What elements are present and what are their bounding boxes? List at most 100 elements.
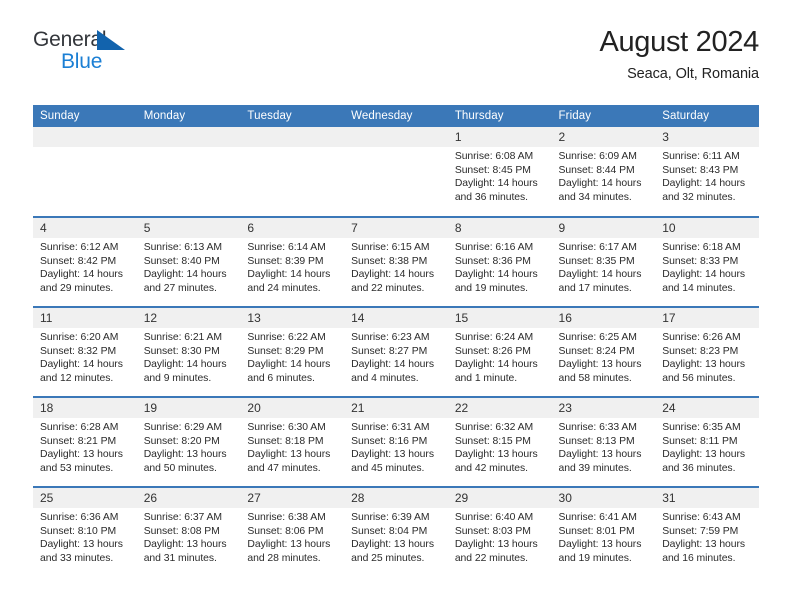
sunrise-text: Sunrise: 6:23 AM [351, 332, 430, 343]
calendar-day-cell[interactable]: 27 Sunrise: 6:38 AM Sunset: 8:06 PM Dayligh… [240, 486, 345, 577]
calendar-day-cell[interactable]: 2 Sunrise: 6:09 AM Sunset: 8:44 PM Daylight… [551, 127, 656, 217]
sunrise-text: Sunrise: 6:18 AM [662, 242, 741, 253]
day-number: 28 [344, 488, 448, 508]
sunset-text: Sunset: 8:36 PM [454, 255, 531, 267]
sunset-text: Sunset: 8:01 PM [558, 525, 635, 537]
day-details: Sunrise: 6:18 AM Sunset: 8:33 PM Daylight:… [655, 238, 759, 295]
calendar-day-cell[interactable]: 22 Sunrise: 6:32 AM Sunset: 8:15 PM Dayligh… [447, 396, 552, 487]
day-number: 10 [655, 218, 759, 238]
calendar-day-cell[interactable]: 15 Sunrise: 6:24 AM Sunset: 8:26 PM Dayligh… [447, 306, 552, 397]
daylight-text-cont: and 47 minutes. [247, 462, 321, 474]
day-number: 1 [447, 127, 552, 147]
day-number: 11 [33, 308, 137, 328]
daylight-text-cont: and 19 minutes. [454, 282, 528, 294]
daylight-text-cont: and 50 minutes. [143, 462, 217, 474]
daylight-text-cont: and 58 minutes. [558, 372, 632, 384]
daylight-text-cont: and 29 minutes. [40, 282, 114, 294]
calendar-day-cell[interactable]: 12 Sunrise: 6:21 AM Sunset: 8:30 PM Dayligh… [136, 306, 241, 397]
sunset-text: Sunset: 8:42 PM [40, 255, 117, 267]
daylight-text: Daylight: 14 hours [40, 359, 123, 371]
sunrise-text: Sunrise: 6:25 AM [558, 332, 637, 343]
weekday-header-sunday: Sunday [33, 105, 137, 127]
calendar-day-cell[interactable]: 16 Sunrise: 6:25 AM Sunset: 8:24 PM Dayligh… [551, 306, 656, 397]
calendar-day-cell[interactable]: 14 Sunrise: 6:23 AM Sunset: 8:27 PM Dayligh… [344, 306, 448, 397]
daylight-text: Daylight: 13 hours [143, 449, 227, 461]
daylight-text-cont: and 28 minutes. [247, 552, 321, 564]
sunset-text: Sunset: 8:15 PM [454, 435, 531, 447]
daylight-text: Daylight: 14 hours [247, 269, 331, 281]
day-number: 16 [551, 308, 656, 328]
calendar-table: Sunday Monday Tuesday Wednesday Thursday… [33, 105, 759, 577]
general-blue-logo[interactable]: General Blue [33, 28, 125, 73]
weekday-header-tuesday: Tuesday [240, 105, 345, 127]
day-number: 3 [655, 127, 759, 147]
day-number: 20 [240, 398, 345, 418]
daylight-text: Daylight: 13 hours [40, 449, 123, 461]
calendar-day-cell[interactable]: 13 Sunrise: 6:22 AM Sunset: 8:29 PM Dayligh… [240, 306, 345, 397]
daylight-text-cont: and 56 minutes. [662, 372, 736, 384]
calendar-day-cell[interactable]: 6 Sunrise: 6:14 AM Sunset: 8:39 PM Daylight… [240, 216, 345, 307]
sunset-text: Sunset: 8:06 PM [247, 525, 324, 537]
daylight-text: Daylight: 14 hours [558, 269, 642, 281]
title-block: August 2024 Seaca, Olt, Romania [599, 27, 759, 83]
calendar-day-cell[interactable]: 30 Sunrise: 6:41 AM Sunset: 8:01 PM Dayligh… [551, 486, 656, 577]
page-header: General Blue August 2024 Seaca, Olt, Rom… [0, 0, 792, 83]
daylight-text: Daylight: 14 hours [351, 359, 434, 371]
calendar-day-cell[interactable]: 3 Sunrise: 6:11 AM Sunset: 8:43 PM Daylight… [655, 127, 759, 217]
sunset-text: Sunset: 8:33 PM [662, 255, 739, 267]
sunset-text: Sunset: 8:38 PM [351, 255, 428, 267]
day-number: 17 [655, 308, 759, 328]
logo-text-general: General [33, 28, 125, 51]
calendar-day-cell[interactable]: 17 Sunrise: 6:26 AM Sunset: 8:23 PM Dayligh… [655, 306, 759, 397]
calendar-day-cell[interactable]: 7 Sunrise: 6:15 AM Sunset: 8:38 PM Daylight… [344, 216, 448, 307]
day-details: Sunrise: 6:11 AM Sunset: 8:43 PM Daylight:… [655, 147, 759, 204]
sunrise-text: Sunrise: 6:20 AM [40, 332, 119, 343]
calendar-day-cell[interactable]: 8 Sunrise: 6:16 AM Sunset: 8:36 PM Daylight… [447, 216, 552, 307]
calendar-day-cell[interactable]: 10 Sunrise: 6:18 AM Sunset: 8:33 PM Dayligh… [655, 216, 759, 307]
sunrise-text: Sunrise: 6:26 AM [662, 332, 741, 343]
logo-blue-label: Blue [61, 50, 103, 73]
calendar-day-cell[interactable]: 23 Sunrise: 6:33 AM Sunset: 8:13 PM Dayligh… [551, 396, 656, 487]
day-details: Sunrise: 6:14 AM Sunset: 8:39 PM Daylight:… [240, 238, 344, 295]
calendar-day-cell-empty [136, 127, 241, 217]
day-details: Sunrise: 6:13 AM Sunset: 8:40 PM Daylight:… [137, 238, 241, 295]
calendar-week-row: 25 Sunrise: 6:36 AM Sunset: 8:10 PM Dayligh… [33, 486, 759, 577]
calendar-day-cell[interactable]: 26 Sunrise: 6:37 AM Sunset: 8:08 PM Dayligh… [136, 486, 241, 577]
daylight-text: Daylight: 14 hours [662, 178, 746, 190]
day-details: Sunrise: 6:38 AM Sunset: 8:06 PM Daylight:… [240, 508, 344, 565]
calendar-day-cell[interactable]: 31 Sunrise: 6:43 AM Sunset: 7:59 PM Dayligh… [655, 486, 759, 577]
day-details: Sunrise: 6:32 AM Sunset: 8:15 PM Daylight:… [448, 418, 552, 475]
day-number: 12 [136, 308, 241, 328]
calendar-day-cell[interactable]: 29 Sunrise: 6:40 AM Sunset: 8:03 PM Dayligh… [447, 486, 552, 577]
calendar-day-cell[interactable]: 9 Sunrise: 6:17 AM Sunset: 8:35 PM Daylight… [551, 216, 656, 307]
calendar-day-cell[interactable]: 1 Sunrise: 6:08 AM Sunset: 8:45 PM Daylight… [447, 127, 552, 217]
calendar-day-cell[interactable]: 28 Sunrise: 6:39 AM Sunset: 8:04 PM Dayligh… [344, 486, 448, 577]
daylight-text-cont: and 9 minutes. [143, 372, 212, 384]
day-number [33, 127, 137, 147]
day-number: 9 [551, 218, 656, 238]
calendar-day-cell[interactable]: 25 Sunrise: 6:36 AM Sunset: 8:10 PM Dayligh… [33, 486, 137, 577]
calendar-day-cell[interactable]: 21 Sunrise: 6:31 AM Sunset: 8:16 PM Dayligh… [344, 396, 448, 487]
day-number: 21 [344, 398, 448, 418]
logo-general-label: General [33, 28, 107, 51]
calendar-day-cell[interactable]: 18 Sunrise: 6:28 AM Sunset: 8:21 PM Dayligh… [33, 396, 137, 487]
calendar-week-row: 18 Sunrise: 6:28 AM Sunset: 8:21 PM Dayligh… [33, 396, 759, 487]
daylight-text-cont: and 4 minutes. [351, 372, 419, 384]
sunrise-text: Sunrise: 6:38 AM [247, 512, 326, 523]
sunrise-text: Sunrise: 6:22 AM [247, 332, 326, 343]
calendar-day-cell[interactable]: 4 Sunrise: 6:12 AM Sunset: 8:42 PM Daylight… [33, 216, 137, 307]
calendar-day-cell[interactable]: 20 Sunrise: 6:30 AM Sunset: 8:18 PM Dayligh… [240, 396, 345, 487]
sunrise-text: Sunrise: 6:37 AM [143, 512, 223, 523]
calendar-day-cell-empty [344, 127, 448, 217]
sunrise-text: Sunrise: 6:32 AM [454, 422, 534, 433]
calendar-day-cell[interactable]: 19 Sunrise: 6:29 AM Sunset: 8:20 PM Dayligh… [136, 396, 241, 487]
day-details: Sunrise: 6:17 AM Sunset: 8:35 PM Daylight:… [552, 238, 656, 295]
day-details: Sunrise: 6:40 AM Sunset: 8:03 PM Daylight:… [448, 508, 552, 565]
day-number: 19 [136, 398, 241, 418]
sunset-text: Sunset: 8:10 PM [40, 525, 117, 537]
daylight-text-cont: and 1 minute. [454, 372, 518, 384]
calendar-day-cell[interactable]: 11 Sunrise: 6:20 AM Sunset: 8:32 PM Dayligh… [33, 306, 137, 397]
calendar-day-cell[interactable]: 24 Sunrise: 6:35 AM Sunset: 8:11 PM Dayligh… [655, 396, 759, 487]
day-details: Sunrise: 6:30 AM Sunset: 8:18 PM Daylight:… [240, 418, 344, 475]
calendar-day-cell[interactable]: 5 Sunrise: 6:13 AM Sunset: 8:40 PM Daylight… [136, 216, 241, 307]
